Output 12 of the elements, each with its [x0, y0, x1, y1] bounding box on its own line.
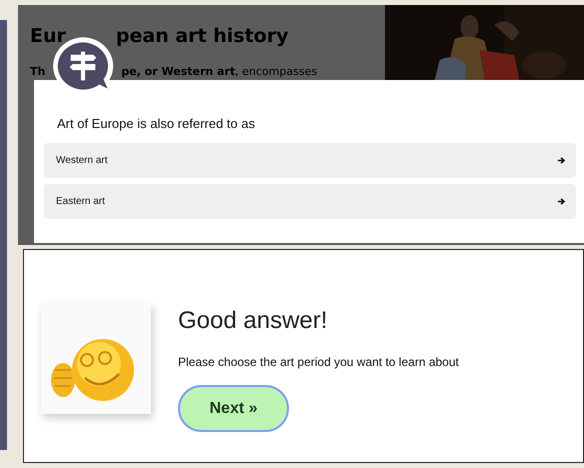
page-heading: pean art history [116, 25, 288, 47]
arrow-right-icon [557, 197, 566, 206]
next-button[interactable]: Next » [178, 385, 289, 432]
answer-option[interactable]: Western art [44, 143, 576, 178]
question-text: Art of Europe is also referred to as [57, 116, 256, 131]
feedback-title: Good answer! [178, 307, 328, 335]
answer-option[interactable]: Eastern art [44, 184, 576, 219]
page-heading: Eur [30, 25, 66, 47]
feedback-message: Please choose the art period you want to learn about [178, 355, 459, 369]
intro-text: Th [30, 65, 46, 78]
intro-text: pe, or Western art, encompasses [121, 65, 318, 78]
arrow-right-icon [557, 156, 566, 165]
